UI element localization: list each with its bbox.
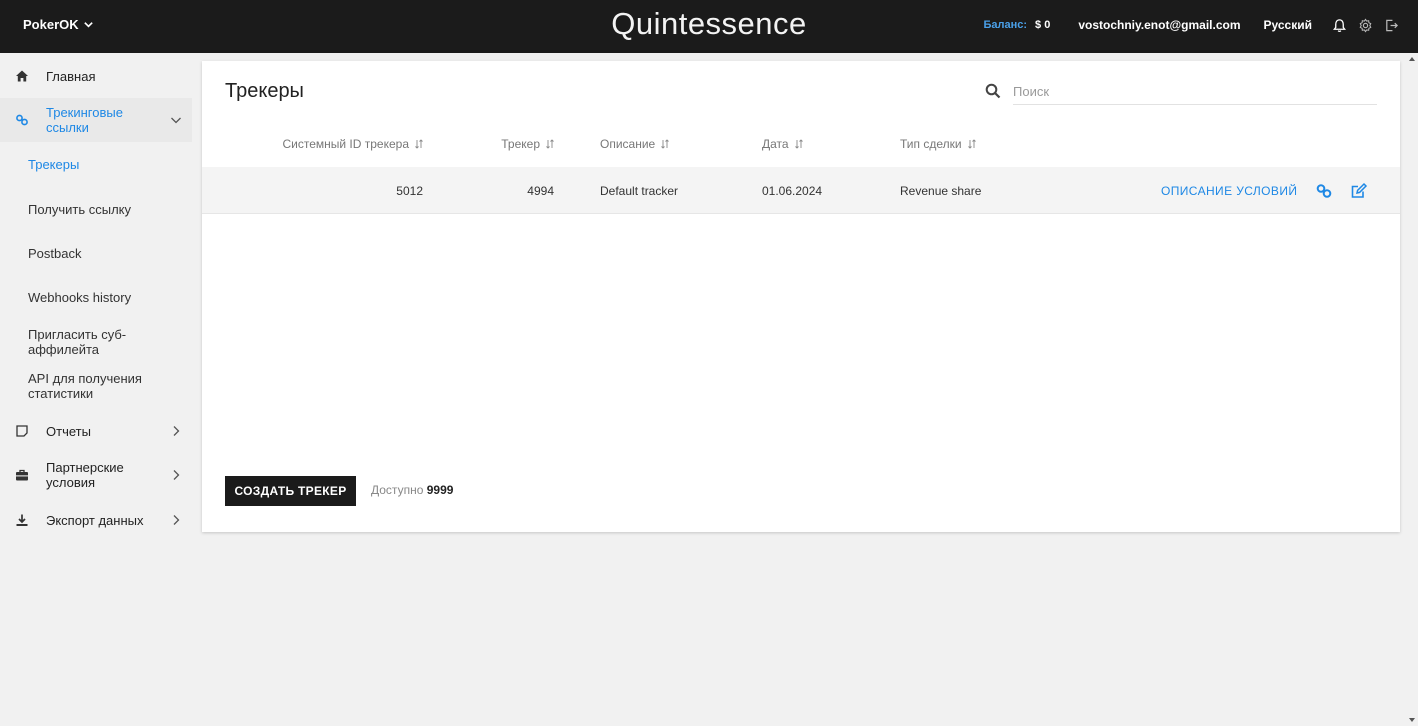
sidebar-subitem-webhooks-history[interactable]: Webhooks history	[28, 290, 131, 305]
sort-icon	[967, 139, 976, 149]
sidebar-subitem-get-link[interactable]: Получить ссылку	[28, 202, 131, 217]
sidebar-item-label: Трекинговые ссылки	[46, 105, 123, 135]
sort-icon	[546, 139, 554, 149]
download-icon	[14, 512, 30, 528]
brand-name: PokerOK	[23, 17, 79, 32]
table-row: 5012 4994 Default tracker 01.06.2024 Rev…	[202, 167, 1400, 214]
brand-dropdown[interactable]: PokerOK	[23, 17, 94, 32]
sidebar-item-export[interactable]: Экспорт данных	[0, 509, 192, 531]
chevron-right-icon	[173, 426, 180, 436]
column-header-tracker[interactable]: Трекер	[472, 137, 555, 151]
sidebar-item-label: Партнерские условия	[46, 460, 124, 490]
chevron-right-icon	[173, 470, 180, 480]
column-header-description[interactable]: Описание	[600, 137, 670, 151]
link-icon[interactable]	[1315, 182, 1333, 200]
available-label: Доступно	[371, 483, 424, 497]
home-icon	[14, 68, 30, 84]
chevron-right-icon	[173, 515, 180, 525]
column-header-system-id[interactable]: Системный ID трекера	[278, 137, 424, 151]
bell-icon[interactable]	[1330, 16, 1348, 34]
gear-icon[interactable]	[1356, 16, 1374, 34]
logout-icon[interactable]	[1382, 16, 1400, 34]
sidebar-subitem-postback[interactable]: Postback	[28, 246, 81, 261]
chevron-down-icon	[171, 117, 181, 124]
top-bar: PokerOK Quintessence Баланс: $ 0 vostoch…	[0, 0, 1418, 53]
sidebar-item-tracking-links[interactable]: Трекинговые ссылки	[0, 98, 192, 142]
column-header-deal-type[interactable]: Тип сделки	[900, 137, 977, 151]
cell-date: 01.06.2024	[762, 184, 823, 198]
scroll-down-arrow-icon[interactable]	[1409, 718, 1415, 722]
sidebar-item-reports[interactable]: Отчеты	[0, 420, 192, 442]
cell-tracker: 4994	[527, 184, 554, 198]
sidebar-item-label: Главная	[46, 68, 96, 84]
reports-icon	[14, 423, 30, 439]
sidebar-item-partner-terms[interactable]: Партнерские условия	[0, 458, 192, 492]
user-email[interactable]: vostochniy.enot@gmail.com	[1078, 18, 1240, 32]
sidebar-subitem-trackers[interactable]: Трекеры	[28, 157, 79, 172]
column-header-date[interactable]: Дата	[762, 137, 804, 151]
create-tracker-button[interactable]: СОЗДАТЬ ТРЕКЕР	[225, 476, 356, 506]
briefcase-icon	[14, 467, 30, 483]
cell-deal-type: Revenue share	[900, 184, 982, 198]
link-icon	[14, 112, 30, 128]
page-scrollbar[interactable]	[1407, 53, 1418, 726]
column-header-label: Системный ID трекера	[282, 137, 409, 151]
column-header-label: Дата	[762, 137, 789, 151]
sort-icon	[661, 139, 670, 149]
sidebar-item-home[interactable]: Главная	[0, 65, 192, 87]
edit-icon[interactable]	[1350, 182, 1368, 200]
language-selector[interactable]: Русский	[1264, 18, 1313, 32]
balance-value: $ 0	[1035, 19, 1051, 31]
column-header-label: Тип сделки	[900, 137, 962, 151]
available-count: 9999	[426, 483, 454, 497]
chevron-down-icon	[83, 22, 93, 28]
column-header-label: Описание	[600, 137, 656, 151]
sidebar-item-label: Экспорт данных	[46, 512, 144, 528]
trackers-card: Трекеры Системный ID трекера Трекер Опис…	[202, 61, 1400, 532]
sidebar-item-label: Отчеты	[46, 423, 91, 439]
search-icon	[985, 83, 1001, 99]
page-title: Трекеры	[225, 80, 304, 102]
sort-icon	[415, 139, 423, 149]
sidebar: Главная Трекинговые ссылки Трекеры Получ…	[0, 53, 192, 726]
terms-description-link[interactable]: ОПИСАНИЕ УСЛОВИЙ	[1161, 184, 1297, 198]
sidebar-subitem-invite-sub-affiliate[interactable]: Пригласить суб-аффилейта	[28, 327, 148, 357]
column-header-label: Трекер	[501, 137, 540, 151]
search-input[interactable]	[1013, 79, 1377, 105]
cell-system-id: 5012	[396, 184, 423, 198]
sort-icon	[794, 139, 803, 149]
sidebar-subitem-stats-api[interactable]: API для получения статистики	[28, 371, 158, 401]
available-trackers: Доступно 9999	[371, 483, 453, 497]
scroll-up-arrow-icon[interactable]	[1409, 57, 1415, 61]
balance-label: Баланс:	[983, 19, 1028, 31]
top-right-controls: Баланс: $ 0 vostochniy.enot@gmail.com Ру…	[983, 16, 1400, 34]
cell-description: Default tracker	[600, 184, 679, 198]
